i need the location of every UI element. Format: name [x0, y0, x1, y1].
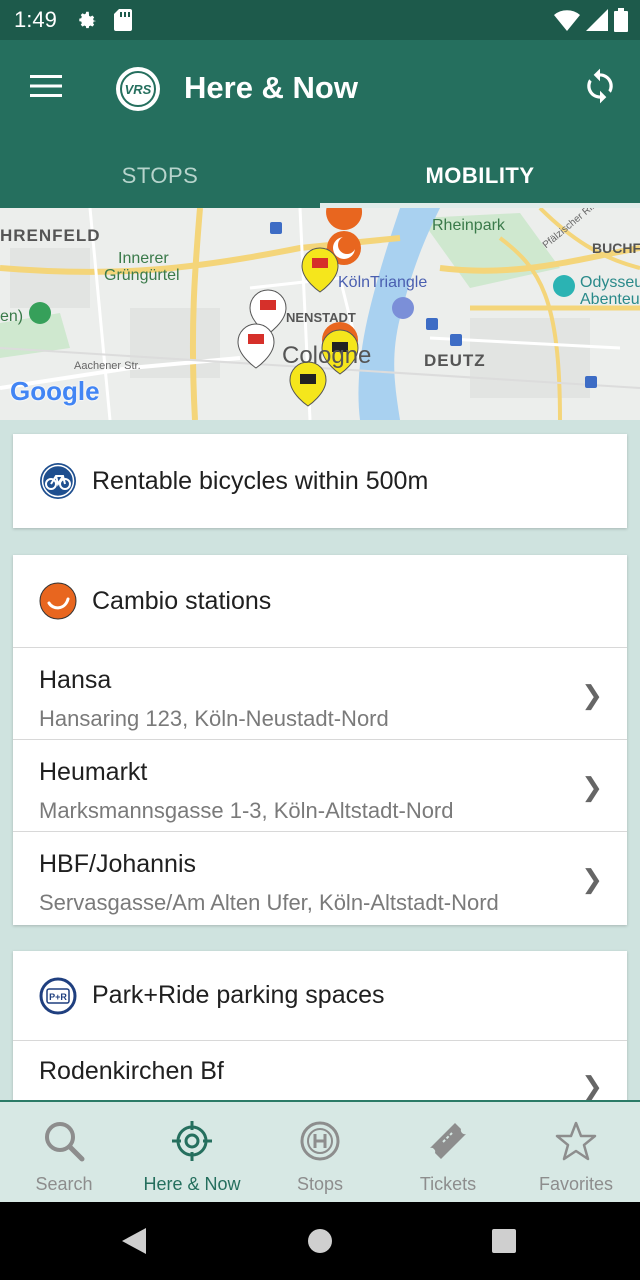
map-label-cologne: Cologne — [282, 342, 372, 369]
recents-icon[interactable] — [492, 1229, 516, 1253]
vrs-logo: VRS — [116, 67, 160, 111]
park-ride-card: P+R Park+Ride parking spaces Rodenkirche… — [13, 951, 627, 1111]
map-label-ehrenfeld: HRENFELD — [0, 226, 101, 245]
chevron-right-icon: ❯ — [581, 864, 603, 894]
settings-gear-icon — [79, 11, 96, 29]
star-icon — [555, 1121, 597, 1161]
nav-label: Favorites — [538, 1174, 614, 1194]
chevron-right-icon: ❯ — [581, 680, 603, 710]
cambio-header: Cambio stations — [13, 555, 627, 648]
page-title: Here & Now — [184, 70, 358, 105]
tab-bar: STOPS MOBILITY — [0, 144, 640, 208]
bicycles-header: Rentable bicycles within 500m — [13, 434, 627, 528]
parking-name: Rodenkirchen Bf — [39, 1057, 224, 1085]
ticket-icon — [430, 1123, 466, 1159]
park-ride-title: Park+Ride parking spaces — [92, 981, 385, 1009]
sd-card-icon — [114, 9, 132, 31]
app-bar: VRS Here & Now STOPS MOBILITY — [0, 40, 640, 208]
nav-favorites[interactable]: Favorites — [512, 1102, 640, 1202]
nav-label: Tickets — [419, 1174, 477, 1194]
status-time: 1:49 — [14, 7, 57, 32]
refresh-icon — [587, 68, 613, 104]
station-address: Marksmannsgasse 1-3, Köln-Altstadt-Nord — [39, 798, 454, 823]
nav-label: Search — [35, 1174, 93, 1194]
signal-icon — [586, 9, 608, 31]
refresh-button[interactable] — [576, 62, 624, 110]
map-label-buchf: BUCHF — [592, 240, 640, 256]
list-item[interactable]: Heumarkt Marksmannsgasse 1-3, Köln-Altst… — [13, 740, 627, 832]
vrs-logo-text: VRS — [120, 71, 156, 107]
park-ride-icon: P+R — [39, 977, 77, 1014]
nav-here-now[interactable]: Here & Now — [128, 1102, 256, 1202]
nav-search[interactable]: Search — [0, 1102, 128, 1202]
wifi-icon — [554, 10, 580, 31]
map-label-abenteu: Abenteu — [580, 291, 640, 308]
cambio-icon — [39, 582, 77, 620]
bicycle-icon — [40, 463, 76, 499]
station-address: Servasgasse/Am Alten Ufer, Köln-Altstadt… — [39, 890, 499, 915]
nav-label: Here & Now — [143, 1174, 241, 1194]
map-label-odysseum: Odysseu — [580, 274, 640, 291]
map-label-innerer: Innerer — [118, 250, 169, 267]
status-indicators — [554, 8, 628, 32]
chevron-right-icon: ❯ — [581, 1071, 603, 1101]
back-icon[interactable] — [120, 1226, 148, 1256]
map-label-deutz: DEUTZ — [424, 351, 486, 370]
stop-h-icon — [300, 1121, 340, 1161]
system-navigation-bar — [0, 1202, 640, 1280]
search-icon — [45, 1122, 85, 1162]
nav-label: Stops — [296, 1174, 344, 1194]
cambio-card: Cambio stations Hansa Hansaring 123, Köl… — [13, 555, 627, 925]
park-ride-header: P+R Park+Ride parking spaces — [13, 951, 627, 1041]
bicycles-title: Rentable bicycles within 500m — [92, 466, 429, 495]
chevron-right-icon: ❯ — [581, 772, 603, 802]
map-label-rheinpark: Rheinpark — [432, 217, 505, 234]
station-name: HBF/Johannis — [39, 850, 197, 878]
map-label-aachener: Aachener Str. — [74, 360, 141, 372]
cambio-title: Cambio stations — [92, 586, 272, 615]
menu-button[interactable] — [24, 64, 68, 108]
list-item[interactable]: Hansa Hansaring 123, Köln-Neustadt-Nord … — [13, 648, 627, 740]
tab-mobility[interactable]: MOBILITY — [320, 144, 640, 208]
hamburger-menu-icon — [30, 75, 62, 97]
map-label-en: en) — [0, 308, 24, 325]
station-address: Hansaring 123, Köln-Neustadt-Nord — [39, 706, 389, 731]
nav-tickets[interactable]: Tickets — [384, 1102, 512, 1202]
map-view[interactable]: HRENFELD Innerer Grüngürtel Rheinpark BU… — [0, 208, 640, 420]
google-logo: Google — [10, 376, 100, 406]
status-bar: 1:49 — [0, 0, 640, 40]
park-ride-badge: P+R — [49, 992, 67, 1002]
map-label-koelntriangle: KölnTriangle — [338, 274, 428, 291]
station-name: Heumarkt — [39, 758, 148, 786]
map-label-nenstadt: NENSTADT — [286, 310, 356, 325]
target-icon — [172, 1121, 212, 1161]
tab-stops[interactable]: STOPS — [0, 144, 320, 208]
list-item[interactable]: HBF/Johannis Servasgasse/Am Alten Ufer, … — [13, 832, 627, 924]
station-name: Hansa — [39, 666, 112, 694]
map-label-gruenguertel: Grüngürtel — [104, 267, 180, 284]
bottom-navigation: Search Here & Now Stops Tickets Favorite… — [0, 1100, 640, 1202]
nav-stops[interactable]: Stops — [256, 1102, 384, 1202]
bicycles-card[interactable]: Rentable bicycles within 500m — [13, 434, 627, 528]
home-icon[interactable] — [307, 1228, 333, 1254]
battery-icon — [614, 8, 628, 32]
